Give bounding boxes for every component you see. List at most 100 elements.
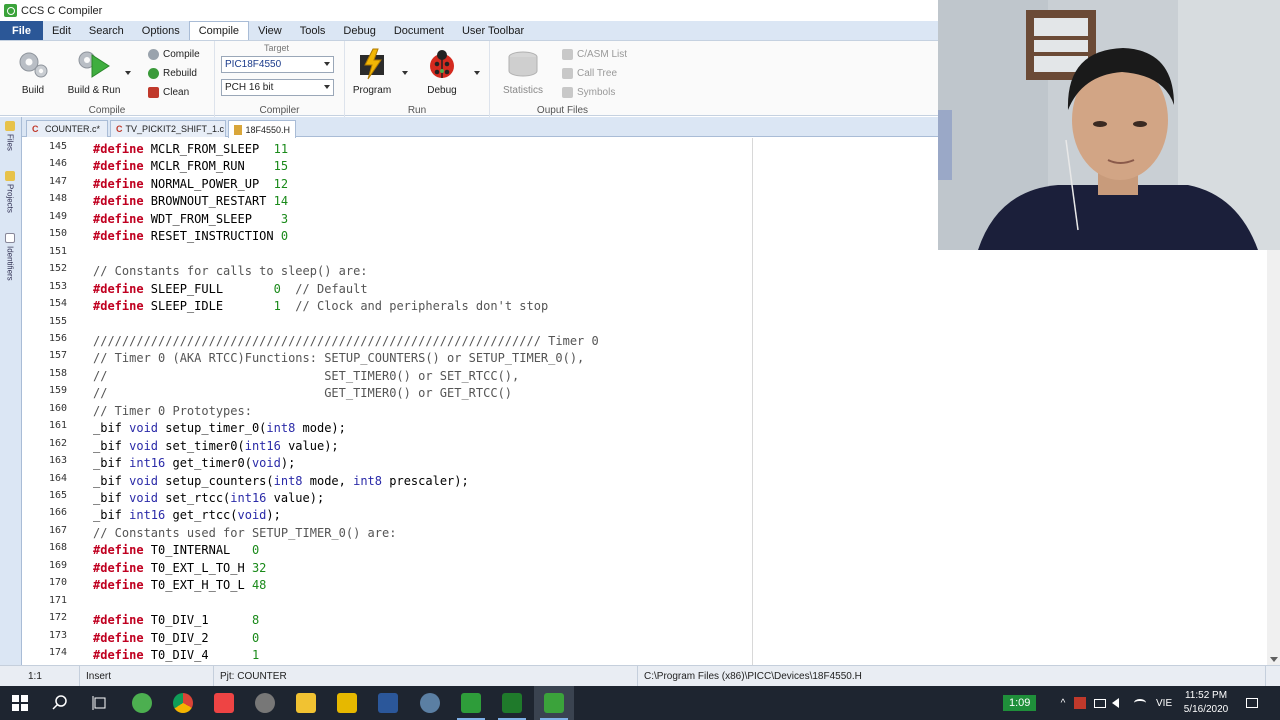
- code-line: // Constants for calls to sleep() are:: [93, 264, 368, 278]
- taskbar-app-settings[interactable]: [245, 686, 285, 720]
- program-button[interactable]: Program: [347, 47, 397, 101]
- menu-tools[interactable]: Tools: [291, 21, 335, 40]
- notification-center-icon[interactable]: [1246, 686, 1262, 720]
- c-file-icon: C: [32, 124, 39, 134]
- menu-options[interactable]: Options: [133, 21, 189, 40]
- menu-view[interactable]: View: [249, 21, 291, 40]
- call-tree-button[interactable]: Call Tree: [562, 65, 617, 81]
- compiler-value: PCH 16 bit: [225, 82, 274, 93]
- casm-list-button[interactable]: C/ASM List: [562, 46, 627, 62]
- clock-date: 5/16/2020: [1183, 704, 1229, 715]
- clean-icon: [148, 86, 159, 98]
- menu-user-toolbar[interactable]: User Toolbar: [453, 21, 533, 40]
- menu-compile[interactable]: Compile: [188, 21, 250, 40]
- code-token: setup_counters(: [158, 473, 274, 488]
- tray-app-icon[interactable]: [1074, 686, 1088, 720]
- code-line: // GET_TIMER0() or GET_RTCC(): [93, 386, 512, 400]
- tab-counter-c[interactable]: C COUNTER.c*: [26, 120, 108, 137]
- menu-edit[interactable]: Edit: [43, 21, 80, 40]
- notification-shape: [1246, 698, 1258, 708]
- taskbar-app-yellow[interactable]: [327, 686, 367, 720]
- code-token: SLEEP_FULL: [143, 281, 274, 296]
- start-button[interactable]: [0, 686, 40, 720]
- compiler-select[interactable]: PCH 16 bit: [221, 79, 334, 96]
- tab-18f4550-h[interactable]: 18F4550.H: [228, 120, 296, 138]
- task-view-button[interactable]: [80, 686, 120, 720]
- taskbar-app-explorer[interactable]: [286, 686, 326, 720]
- menu-debug[interactable]: Debug: [334, 21, 384, 40]
- code-token: #define: [93, 176, 144, 191]
- windows-taskbar: 1:09 ^ VIE 11:52 PM 5/16/2020: [0, 686, 1280, 720]
- wifi-shape: [1134, 699, 1146, 707]
- debug-button[interactable]: Debug: [417, 47, 467, 101]
- code-token: T0_EXT_L_TO_H: [143, 560, 252, 575]
- code-token: _bif: [93, 456, 130, 471]
- side-tab-files[interactable]: Files: [2, 121, 18, 165]
- statistics-button[interactable]: Statistics: [498, 47, 548, 101]
- code-token: #define: [93, 560, 144, 575]
- line-number: 158: [48, 367, 67, 379]
- ribbon-group-run: Program Debug Run: [345, 41, 490, 117]
- c-file-icon: C: [116, 124, 123, 134]
- scroll-down-arrow-icon[interactable]: [1270, 657, 1278, 662]
- menu-file[interactable]: File: [0, 21, 43, 40]
- code-token: T0_EXT_H_TO_L: [143, 578, 252, 593]
- code-token: T0_DIV_1: [143, 613, 252, 628]
- clean-button[interactable]: Clean: [148, 84, 189, 100]
- code-token: RESET_INSTRUCTION: [143, 229, 281, 244]
- line-number: 150: [48, 228, 67, 240]
- taskbar-app-snip[interactable]: [204, 686, 244, 720]
- code-token: _bif: [93, 491, 130, 505]
- line-number: 151: [48, 245, 67, 257]
- tray-screen-icon[interactable]: [1094, 686, 1108, 720]
- rebuild-button[interactable]: Rebuild: [148, 65, 197, 81]
- program-dropdown-arrow[interactable]: [402, 71, 408, 75]
- line-number: 159: [48, 385, 67, 397]
- taskbar-app-ccs-green[interactable]: [122, 686, 162, 720]
- taskbar-app-ccs-2[interactable]: [492, 686, 532, 720]
- rebuild-label: Rebuild: [163, 67, 197, 79]
- header-file-icon: [234, 124, 243, 135]
- system-clock[interactable]: 11:52 PM 5/16/2020: [1178, 689, 1234, 717]
- chip-lightning-icon: [353, 47, 391, 81]
- compile-button[interactable]: Compile: [148, 46, 200, 62]
- side-tab-identifiers[interactable]: Identifiers: [2, 233, 18, 295]
- debug-dropdown-arrow[interactable]: [474, 71, 480, 75]
- taskbar-app-ccs-1[interactable]: [451, 686, 491, 720]
- volume-icon[interactable]: [1112, 686, 1126, 720]
- chevron-up-icon[interactable]: ^: [1055, 686, 1071, 720]
- network-icon[interactable]: [1134, 686, 1148, 720]
- target-select[interactable]: PIC18F4550: [221, 56, 334, 73]
- output-files-group-label: Ouput Files: [536, 105, 589, 116]
- code-line: #define T0_DIV_1 8: [93, 613, 259, 627]
- menu-search[interactable]: Search: [80, 21, 133, 40]
- code-line: // Constants used for SETUP_TIMER_0() ar…: [93, 526, 396, 540]
- build-button[interactable]: Build: [8, 47, 58, 101]
- gear-icon: [148, 48, 159, 60]
- code-token: int8: [266, 421, 296, 436]
- taskbar-app-chrome[interactable]: [163, 686, 203, 720]
- code-token: void: [129, 421, 159, 436]
- build-run-dropdown-arrow[interactable]: [125, 71, 131, 75]
- taskbar-app-word[interactable]: [368, 686, 408, 720]
- vertical-scrollbar[interactable]: [1267, 250, 1280, 665]
- code-token: NORMAL_POWER_UP: [143, 176, 274, 191]
- taskbar-app-bug[interactable]: [410, 686, 450, 720]
- code-token: #define: [93, 281, 144, 296]
- taskbar-app-ccs-compiler[interactable]: [534, 686, 574, 720]
- tab-tv-pickit2-shift[interactable]: C TV_PICKIT2_SHIFT_1.c: [110, 120, 226, 137]
- code-line: #define T0_INTERNAL 0: [93, 543, 259, 557]
- build-run-button[interactable]: Build & Run: [66, 47, 122, 101]
- code-token: int16: [244, 438, 281, 453]
- search-taskbar-button[interactable]: [40, 686, 80, 720]
- side-tab-projects[interactable]: Projects: [2, 171, 18, 227]
- symbols-button[interactable]: Symbols: [562, 84, 615, 100]
- code-line: #define T0_DIV_2 0: [93, 631, 259, 645]
- clock-time: 11:52 PM: [1184, 690, 1228, 701]
- menu-document[interactable]: Document: [385, 21, 453, 40]
- code-token: _bif: [93, 421, 130, 436]
- ladybug-icon: [423, 47, 461, 81]
- language-indicator[interactable]: VIE: [1156, 686, 1172, 720]
- build-label: Build: [21, 85, 45, 96]
- recording-timer[interactable]: 1:09: [1003, 686, 1037, 720]
